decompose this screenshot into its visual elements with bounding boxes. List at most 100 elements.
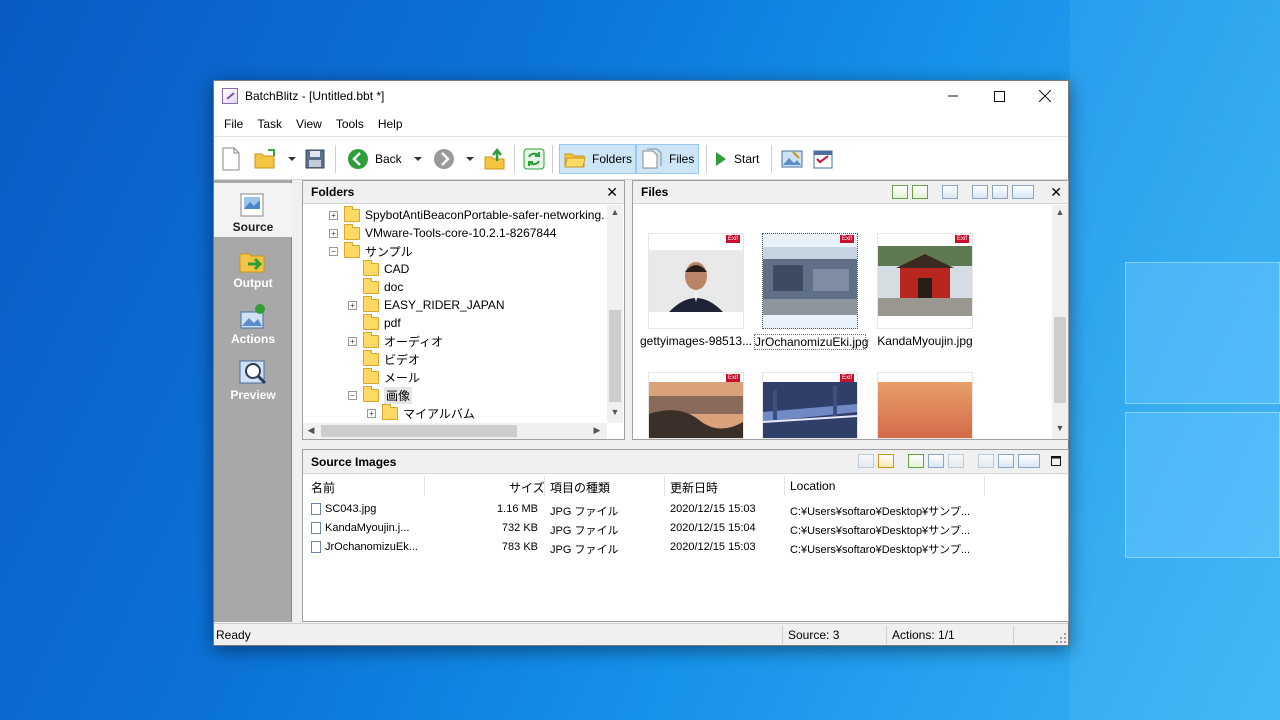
collapse-icon[interactable]: − [348,390,357,400]
column-separator[interactable] [784,476,785,496]
file-item-selected[interactable]: Exif JrOchanomizuEki.jpg [754,233,868,350]
table-row[interactable]: KandaMyoujin.j... 732 KB JPG ファイル 2020/12/1… [303,519,983,538]
nav-output[interactable]: Output [214,239,292,293]
menu-help[interactable]: Help [371,117,410,131]
folders-pane-header: Folders ✕ [303,181,624,204]
tree-node[interactable]: − サンプル [329,241,413,260]
tree-node[interactable]: − 画像 [348,385,413,404]
station-thumbnail-image [763,247,857,315]
select-all-icon[interactable] [908,454,924,468]
menu-tools[interactable]: Tools [329,117,371,131]
expand-icon[interactable]: + [329,210,338,220]
list-view-icon[interactable] [948,454,964,468]
nav-source[interactable]: Source [214,183,292,237]
edit-image-icon[interactable] [972,185,988,199]
column-header-size[interactable]: サイズ [509,479,545,496]
scroll-left-icon[interactable]: ◀ [303,425,319,436]
nav-preview[interactable]: Preview [214,351,292,405]
details-view-icon[interactable] [942,185,958,199]
file-item[interactable]: Exif KandaMyoujin.jpg [869,233,981,348]
file-item[interactable]: Exif [640,372,752,439]
back-button[interactable]: Back [347,144,402,174]
expand-icon[interactable]: + [348,300,357,310]
image-properties-button[interactable] [781,144,803,174]
folders-toggle-button[interactable]: Folders [559,144,636,174]
file-item[interactable] [869,372,981,439]
column-header-name[interactable]: 名前 [311,479,335,496]
add-selected-icon[interactable] [892,185,908,199]
expand-icon[interactable]: + [348,336,357,346]
add-all-icon[interactable] [912,185,928,199]
tree-node[interactable]: + SpybotAntiBeaconPortable-safer-networki… [329,205,604,224]
tree-node[interactable]: + マイアルバム [367,403,475,422]
column-header-location[interactable]: Location [790,479,835,493]
scroll-down-icon[interactable]: ▼ [607,407,623,417]
title-bar[interactable]: BatchBlitz - [Untitled.bbt *] [214,81,1068,111]
back-dropdown-button[interactable] [414,144,422,174]
view-mode-icon[interactable] [1012,185,1034,199]
files-toggle-button[interactable]: Files [636,144,699,174]
column-header-type[interactable]: 項目の種類 [550,479,610,496]
tree-node[interactable]: + VMware-Tools-core-10.2.1-8267844 [329,223,556,242]
files-vertical-scrollbar[interactable]: ▲ ▼ [1052,205,1068,439]
new-button[interactable] [221,144,241,174]
collapse-icon[interactable]: − [329,246,338,256]
tree-node[interactable]: + EASY_RIDER_JAPAN [348,295,505,314]
maximize-pane-icon[interactable] [1051,456,1061,466]
column-separator[interactable] [424,476,425,496]
zoom-icon[interactable] [998,454,1014,468]
edit-image-icon[interactable] [978,454,994,468]
tree-node[interactable]: CAD [348,259,409,278]
move-up-icon[interactable] [858,454,874,468]
forward-dropdown-button[interactable] [466,144,474,174]
resize-grip-icon[interactable] [1056,633,1066,643]
task-settings-button[interactable] [813,144,833,174]
scroll-up-icon[interactable]: ▲ [607,207,623,217]
zoom-icon[interactable] [992,185,1008,199]
save-button[interactable] [305,144,325,174]
tree-node-label: サンプル [365,244,413,259]
expand-icon[interactable]: + [367,408,376,418]
up-folder-button[interactable] [484,144,506,174]
scroll-thumb[interactable] [609,310,621,402]
column-separator[interactable] [544,476,545,496]
minimize-button[interactable] [930,81,976,111]
column-separator[interactable] [664,476,665,496]
table-row[interactable]: JrOchanomizuEk... 783 KB JPG ファイル 2020/12/1… [303,538,983,557]
nav-actions[interactable]: Actions [214,295,292,349]
tree-node[interactable]: + オーディオ [348,331,443,350]
remove-folder-icon[interactable] [878,454,894,468]
tree-node[interactable]: メール [348,367,420,386]
tree-node[interactable]: ビデオ [348,349,420,368]
maximize-button[interactable] [976,81,1022,111]
file-item[interactable]: Exif [754,372,866,439]
table-row[interactable]: SC043.jpg 1.16 MB JPG ファイル 2020/12/15 15:03… [303,500,983,519]
refresh-button[interactable] [523,144,545,174]
tree-node[interactable]: pdf [348,313,401,332]
folders-vertical-scrollbar[interactable]: ▲ ▼ [607,205,623,423]
folders-horizontal-scrollbar[interactable]: ◀ ▶ [303,423,607,439]
view-mode-icon[interactable] [1018,454,1040,468]
column-header-date[interactable]: 更新日時 [670,479,718,496]
scroll-up-icon[interactable]: ▲ [1052,207,1068,217]
close-files-pane-button[interactable]: ✕ [1050,184,1062,200]
menu-view[interactable]: View [289,117,329,131]
menu-file[interactable]: File [217,117,250,131]
close-window-button[interactable] [1022,81,1068,111]
tree-node[interactable]: doc [348,277,403,296]
open-dropdown-button[interactable] [288,144,296,174]
scroll-thumb[interactable] [1054,317,1066,403]
scroll-thumb[interactable] [321,425,517,437]
file-item[interactable]: Exif gettyimages-98513... [640,233,752,348]
grid-view-icon[interactable] [928,454,944,468]
scroll-down-icon[interactable]: ▼ [1052,423,1068,433]
file-thumbnail: Exif [648,372,744,439]
close-folders-pane-button[interactable]: ✕ [606,184,618,200]
menu-task[interactable]: Task [250,117,289,131]
open-button[interactable] [254,144,278,174]
column-separator[interactable] [984,476,985,496]
expand-icon[interactable]: + [329,228,338,238]
start-button[interactable]: Start [714,144,759,174]
forward-button[interactable] [433,144,455,174]
scroll-right-icon[interactable]: ▶ [589,425,605,436]
